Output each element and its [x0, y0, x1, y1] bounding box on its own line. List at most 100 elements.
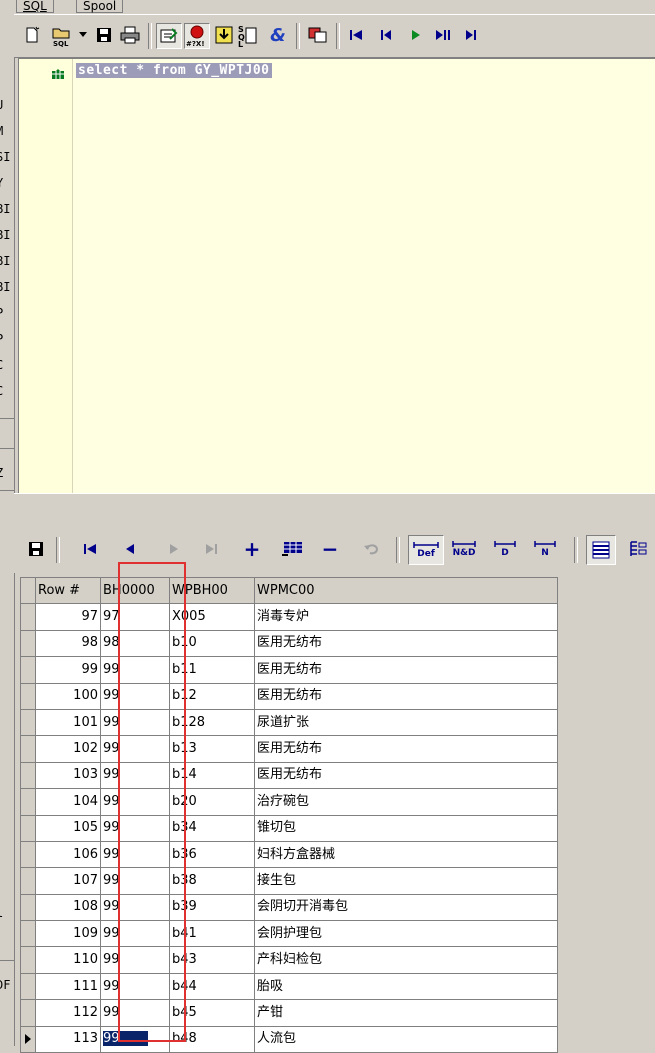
table-row[interactable]: 101 99 b128 尿道扩张	[20, 708, 558, 737]
wpmc00-cell[interactable]: 医用无纺布	[254, 761, 558, 790]
row-number-cell[interactable]: 97	[35, 603, 101, 631]
column-header-wpbh00[interactable]: WPBH00	[169, 576, 255, 605]
table-row[interactable]: 105 99 b34 锥切包	[20, 814, 558, 842]
grid-view-icon[interactable]	[280, 537, 304, 561]
wpbh00-cell[interactable]: b14	[169, 761, 255, 790]
bh0000-cell[interactable]: 99	[100, 840, 170, 869]
row-indicator[interactable]	[20, 788, 36, 816]
bh0000-cell[interactable]: 99	[100, 735, 170, 763]
row-number-cell[interactable]: 101	[35, 708, 101, 737]
table-row[interactable]: 97 97 X005 消毒专炉	[20, 603, 558, 631]
row-indicator[interactable]	[20, 893, 36, 922]
bh0000-cell[interactable]: 99	[100, 920, 170, 948]
wpmc00-cell[interactable]: 产科妇检包	[254, 946, 558, 974]
row-indicator[interactable]	[20, 629, 36, 658]
table-row[interactable]: 99 99 b11 医用无纺布	[20, 656, 558, 684]
row-number-cell[interactable]: 104	[35, 788, 101, 816]
first-record-icon[interactable]	[344, 23, 368, 47]
row-indicator[interactable]	[20, 920, 36, 948]
new-file-icon[interactable]	[20, 23, 44, 47]
column-header-bh0000[interactable]: BH0000	[100, 576, 170, 605]
row-number-cell[interactable]: 102	[35, 735, 101, 763]
wpbh00-cell[interactable]: b44	[169, 972, 255, 1001]
load-results-icon[interactable]	[212, 23, 236, 47]
prior-record-icon[interactable]	[118, 537, 142, 561]
row-number-cell[interactable]: 112	[35, 999, 101, 1027]
row-indicator[interactable]	[20, 999, 36, 1027]
row-number-cell[interactable]: 113	[35, 1025, 101, 1053]
row-indicator[interactable]	[20, 972, 36, 1001]
wpbh00-cell[interactable]: b39	[169, 893, 255, 922]
first-record-icon[interactable]	[78, 537, 102, 561]
table-row[interactable]: 110 99 b43 产科妇检包	[20, 946, 558, 974]
wpmc00-cell[interactable]: 锥切包	[254, 814, 558, 842]
wpmc00-cell[interactable]: 医用无纺布	[254, 735, 558, 763]
table-row[interactable]: 112 99 b45 产钳	[20, 999, 558, 1027]
wpmc00-cell[interactable]: 会阴切开消毒包	[254, 893, 558, 922]
table-row[interactable]: 103 99 b14 医用无纺布	[20, 761, 558, 790]
wpbh00-cell[interactable]: X005	[169, 603, 255, 631]
sql-editor[interactable]: select * from GY_WPTJ00	[18, 58, 655, 494]
wpbh00-cell[interactable]: b48	[169, 1025, 255, 1053]
editor-text-area[interactable]: select * from GY_WPTJ00	[73, 59, 655, 493]
bh0000-cell[interactable]: 99	[100, 814, 170, 842]
wpmc00-cell[interactable]: 会阴护理包	[254, 920, 558, 948]
delete-record-icon[interactable]: −	[318, 537, 342, 561]
ampersand-icon[interactable]: &	[266, 23, 290, 47]
table-row[interactable]: 98 98 b10 医用无纺布	[20, 629, 558, 658]
table-row[interactable]: 108 99 b39 会阴切开消毒包	[20, 893, 558, 922]
row-indicator[interactable]	[20, 682, 36, 710]
wpbh00-cell[interactable]: b10	[169, 629, 255, 658]
form-mode-icon[interactable]	[624, 535, 652, 563]
row-indicator[interactable]	[20, 708, 36, 737]
bh0000-cell[interactable]: 99	[100, 788, 170, 816]
wpmc00-cell[interactable]: 医用无纺布	[254, 629, 558, 658]
wpbh00-cell[interactable]: b34	[169, 814, 255, 842]
tab-spool[interactable]: Spool	[76, 0, 124, 13]
wpmc00-cell[interactable]: 人流包	[254, 1025, 558, 1053]
table-row[interactable]: 111 99 b44 胎吸	[20, 972, 558, 1001]
bh0000-cell[interactable]: 99	[100, 1025, 170, 1053]
sql-statement[interactable]: select * from GY_WPTJ00	[76, 63, 272, 78]
wpbh00-cell[interactable]: b11	[169, 656, 255, 684]
more-icon[interactable]	[460, 23, 484, 47]
bh0000-cell[interactable]: 99	[100, 656, 170, 684]
dropdown-arrow-icon[interactable]	[76, 23, 90, 47]
wpbh00-cell[interactable]: b128	[169, 708, 255, 737]
bh0000-cell[interactable]: 99	[100, 893, 170, 922]
copy-icon[interactable]	[306, 23, 330, 47]
row-indicator[interactable]	[20, 603, 36, 631]
last-record-icon[interactable]	[200, 537, 224, 561]
wpbh00-cell[interactable]: b12	[169, 682, 255, 710]
wpmc00-cell[interactable]: 接生包	[254, 867, 558, 895]
row-indicator[interactable]	[20, 814, 36, 842]
bh0000-cell[interactable]: 99	[100, 972, 170, 1001]
wpmc00-cell[interactable]: 治疗碗包	[254, 788, 558, 816]
row-indicator[interactable]	[20, 656, 36, 684]
bh0000-cell[interactable]: 99	[100, 999, 170, 1027]
wpbh00-cell[interactable]: b38	[169, 867, 255, 895]
stop-error-icon[interactable]: #?X!	[184, 23, 210, 49]
last-record-icon[interactable]	[432, 23, 456, 47]
table-row[interactable]: 109 99 b41 会阴护理包	[20, 920, 558, 948]
wpmc00-cell[interactable]: 产钳	[254, 999, 558, 1027]
print-icon[interactable]	[118, 23, 142, 47]
bh0000-cell[interactable]: 99	[100, 761, 170, 790]
table-row[interactable]: 102 99 b13 医用无纺布	[20, 735, 558, 763]
row-number-cell[interactable]: 107	[35, 867, 101, 895]
prior-record-icon[interactable]	[374, 23, 398, 47]
wpmc00-cell[interactable]: 医用无纺布	[254, 656, 558, 684]
explain-plan-icon[interactable]: SQL	[236, 23, 260, 47]
row-number-cell[interactable]: 103	[35, 761, 101, 790]
wpmc00-cell[interactable]: 消毒专炉	[254, 603, 558, 631]
row-indicator[interactable]	[20, 761, 36, 790]
row-number-cell[interactable]: 106	[35, 840, 101, 869]
save-icon[interactable]	[24, 537, 48, 561]
row-number-cell[interactable]: 109	[35, 920, 101, 948]
result-grid[interactable]: Row # BH0000 WPBH00 WPMC00 97 97 X005 消毒专炉 9…	[20, 576, 558, 1053]
undo-icon[interactable]	[360, 537, 384, 561]
row-number-cell[interactable]: 100	[35, 682, 101, 710]
wpbh00-cell[interactable]: b43	[169, 946, 255, 974]
wpmc00-cell[interactable]: 医用无纺布	[254, 682, 558, 710]
row-number-cell[interactable]: 98	[35, 629, 101, 658]
